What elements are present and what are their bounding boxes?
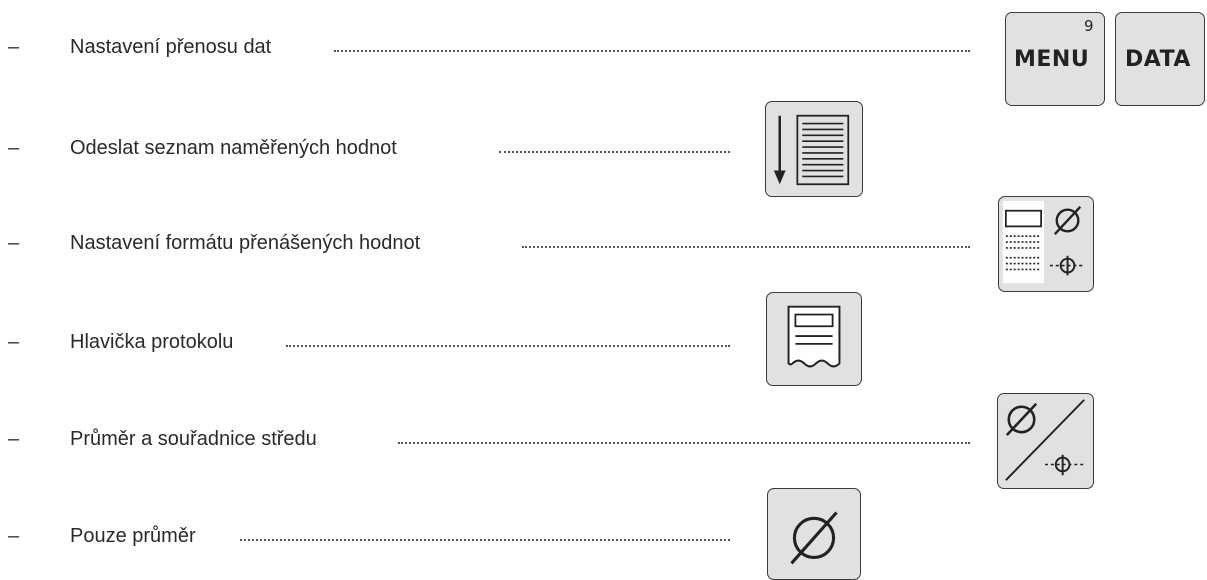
list-item-protocol-header: – Hlavička protokolu — [0, 327, 740, 357]
menu-key-label: MENU — [1014, 47, 1090, 72]
list-dash: – — [8, 331, 20, 353]
list-item-label: Nastavení formátu přenášených hodnot — [70, 232, 421, 254]
list-item-diameter-only: – Pouze průměr — [0, 521, 740, 551]
list-dash: – — [8, 232, 20, 254]
dot-leader — [334, 50, 970, 52]
diameter-and-center-icon — [1005, 399, 1087, 481]
protocol-header-key[interactable] — [766, 292, 862, 386]
dot-leader — [499, 151, 730, 153]
menu-key-number: 9 — [1084, 17, 1094, 35]
list-item-transfer-format-settings: – Nastavení formátu přenášených hodnot — [0, 228, 990, 258]
send-list-key[interactable] — [765, 101, 863, 197]
list-dash: – — [8, 428, 20, 450]
list-item-diameter-and-center: – Průměr a souřadnice středu — [0, 424, 990, 454]
dot-leader — [240, 539, 730, 541]
dot-leader — [286, 345, 730, 347]
format-key[interactable] — [998, 196, 1094, 292]
list-dash: – — [8, 36, 20, 58]
dot-leader — [398, 442, 970, 444]
data-key-label: DATA — [1125, 47, 1191, 72]
list-dash: – — [8, 525, 20, 547]
list-item-label: Nastavení přenosu dat — [70, 36, 272, 58]
list-item-data-transfer-settings: – Nastavení přenosu dat — [0, 32, 990, 62]
send-list-icon — [773, 114, 850, 186]
protocol-header-icon — [787, 305, 841, 368]
dot-leader — [522, 246, 970, 248]
diameter-icon — [790, 511, 838, 565]
list-item-label: Odeslat seznam naměřených hodnot — [70, 137, 397, 159]
list-item-label: Hlavička protokolu — [70, 331, 234, 353]
menu-key[interactable]: 9 MENU — [1005, 12, 1105, 106]
diameter-key[interactable] — [767, 488, 861, 580]
list-item-send-measured-values: – Odeslat seznam naměřených hodnot — [0, 133, 740, 163]
data-key[interactable]: DATA — [1115, 12, 1205, 106]
list-item-label: Průměr a souřadnice středu — [70, 428, 317, 450]
list-item-label: Pouze průměr — [70, 525, 196, 547]
diameter-center-key[interactable] — [997, 393, 1094, 489]
list-dash: – — [8, 137, 20, 159]
format-diameter-center-icon — [1002, 200, 1086, 284]
